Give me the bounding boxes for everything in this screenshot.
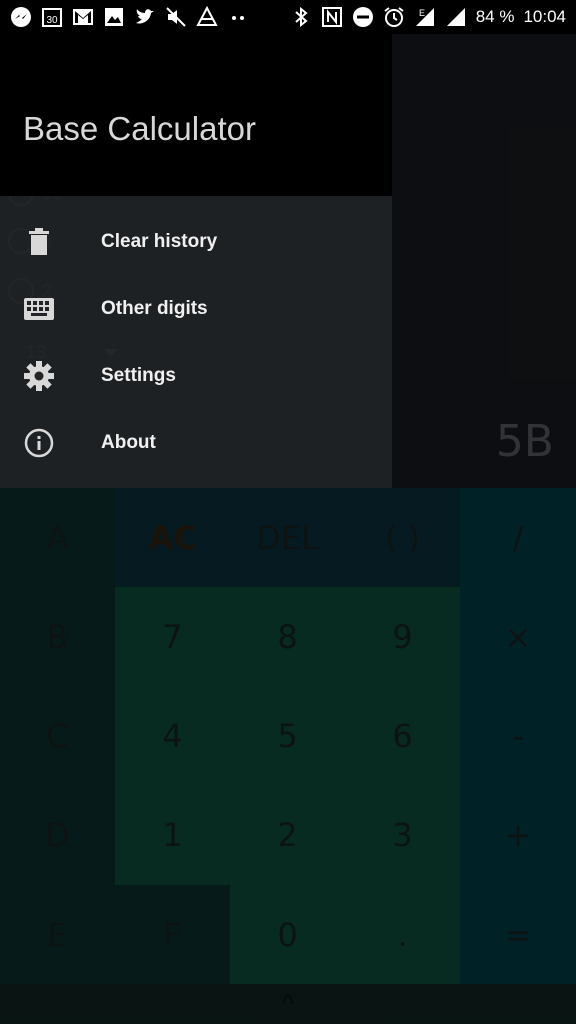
mute-icon	[165, 6, 187, 28]
key-9[interactable]: 9	[345, 587, 460, 686]
key-0[interactable]: 0	[230, 885, 345, 984]
key-3[interactable]: 3	[345, 785, 460, 885]
dnd-icon	[352, 6, 374, 28]
menu-label: Settings	[101, 364, 176, 386]
key-multiply[interactable]: ×	[460, 587, 576, 686]
keyboard-icon	[23, 293, 55, 325]
status-bar-left: 30	[10, 6, 249, 28]
menu-label: About	[101, 431, 156, 453]
clock: 10:04	[523, 7, 566, 26]
more-icon	[227, 6, 249, 28]
info-icon	[23, 427, 55, 459]
drawer-header: Base Calculator	[0, 34, 392, 196]
key-all-clear[interactable]: AC	[115, 488, 230, 587]
app-icon	[196, 6, 218, 28]
key-b[interactable]: B	[0, 587, 115, 686]
bluetooth-icon	[290, 6, 312, 28]
navigation-drawer: Base Calculator Clear history Other digi…	[0, 34, 392, 488]
gallery-icon	[103, 6, 125, 28]
key-2[interactable]: 2	[230, 785, 345, 885]
expand-panel-button[interactable]: ^	[0, 984, 576, 1024]
key-6[interactable]: 6	[345, 686, 460, 785]
twitter-icon	[134, 6, 156, 28]
key-equals[interactable]: =	[460, 885, 576, 984]
nfc-icon	[321, 6, 343, 28]
key-parentheses[interactable]: ( )	[345, 488, 460, 587]
key-c[interactable]: C	[0, 686, 115, 785]
signal-e-icon: E	[414, 6, 436, 28]
svg-text:E: E	[419, 8, 425, 18]
key-7[interactable]: 7	[115, 587, 230, 686]
battery-text: 84 %	[475, 7, 515, 26]
key-1[interactable]: 1	[115, 785, 230, 885]
key-decimal[interactable]: .	[345, 885, 460, 984]
calendar-day: 30	[46, 15, 58, 26]
result-display: 5B	[495, 416, 554, 467]
drawer-menu: Clear history Other digits Settings Abou…	[0, 196, 392, 488]
key-divide[interactable]: /	[460, 488, 576, 587]
key-5[interactable]: 5	[230, 686, 345, 785]
calendar-icon: 30	[41, 6, 63, 28]
gmail-icon	[72, 6, 94, 28]
key-add[interactable]: +	[460, 785, 576, 885]
key-4[interactable]: 4	[115, 686, 230, 785]
key-a[interactable]: A	[0, 488, 115, 587]
menu-item-settings[interactable]: Settings	[0, 342, 392, 409]
messenger-icon	[10, 6, 32, 28]
key-8[interactable]: 8	[230, 587, 345, 686]
trash-icon	[23, 226, 55, 258]
keypad: A AC DEL ( ) / B 7 8 9 × C 4 5 6 - D 1 2…	[0, 488, 576, 984]
key-d[interactable]: D	[0, 785, 115, 885]
drawer-title: Base Calculator	[23, 110, 256, 147]
menu-label: Other digits	[101, 297, 208, 319]
menu-item-about[interactable]: About	[0, 409, 392, 476]
signal-icon	[445, 6, 467, 28]
menu-label: Clear history	[101, 230, 218, 252]
menu-item-clear-history[interactable]: Clear history	[0, 208, 392, 275]
alarm-icon	[383, 6, 405, 28]
key-e[interactable]: E	[0, 885, 115, 984]
menu-item-other-digits[interactable]: Other digits	[0, 275, 392, 342]
key-delete[interactable]: DEL	[230, 488, 345, 587]
key-f[interactable]: F	[115, 885, 230, 984]
key-subtract[interactable]: -	[460, 686, 576, 785]
status-bar: 30 E 84 % 10:04	[0, 0, 576, 34]
status-bar-right: E 84 % 10:04	[290, 6, 566, 28]
gear-icon	[23, 360, 55, 392]
